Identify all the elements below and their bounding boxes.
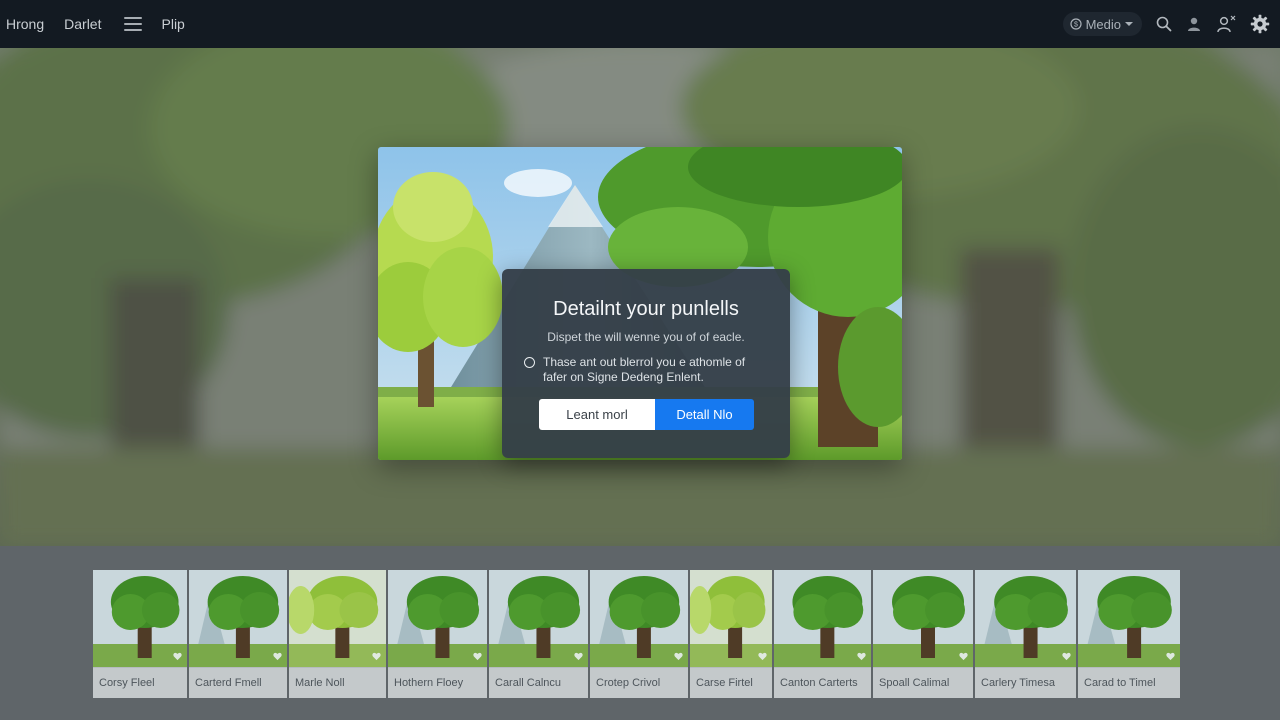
- radio-button[interactable]: [524, 357, 535, 368]
- primary-action-button[interactable]: Detall Nlo: [655, 399, 754, 430]
- details-dialog: Detailnt your punlells Dispet the will w…: [502, 269, 790, 458]
- thumbnail-caption: Carlery Timesa: [975, 667, 1076, 698]
- gallery-thumbnail[interactable]: Hothern Floey: [388, 570, 487, 698]
- thumbnail-caption: Carall Calncu: [489, 667, 588, 698]
- thumbnail-caption: Canton Carterts: [774, 667, 871, 698]
- learn-more-button[interactable]: Leant morl: [539, 399, 655, 430]
- gear-icon[interactable]: [1250, 14, 1270, 34]
- thumbnail-strip: Corsy Fleel Carterd Fmell Marle Noll Hother…: [93, 570, 1182, 698]
- heart-icon[interactable]: [473, 652, 482, 661]
- thumbnail-caption: Spoall Calimal: [873, 667, 973, 698]
- menu-icon[interactable]: [123, 17, 142, 31]
- dialog-subtitle: Dispet the will wenne you of of eacle.: [547, 330, 745, 344]
- nav-item-2[interactable]: Darlet: [64, 16, 101, 32]
- thumbnail-image: [873, 570, 973, 667]
- dialog-title: Detailnt your punlells: [553, 298, 739, 320]
- heart-icon[interactable]: [173, 652, 182, 661]
- svg-text:$: $: [1074, 22, 1078, 29]
- gallery-thumbnail[interactable]: Crotep Crivol: [590, 570, 688, 698]
- search-icon[interactable]: [1156, 16, 1172, 32]
- thumbnail-image: [975, 570, 1076, 667]
- heart-icon[interactable]: [674, 652, 683, 661]
- thumbnail-caption: Carse Firtel: [690, 667, 772, 698]
- dialog-option-text: Thase ant out blerrol you e athomle of f…: [543, 355, 746, 384]
- heart-icon[interactable]: [1062, 652, 1071, 661]
- user-icon[interactable]: [1186, 16, 1202, 32]
- gallery-thumbnail[interactable]: Canton Carterts: [774, 570, 871, 698]
- dialog-option[interactable]: Thase ant out blerrol you e athomle of f…: [524, 355, 764, 385]
- thumbnail-caption: Corsy Fleel: [93, 667, 187, 698]
- gallery-thumbnail[interactable]: Carall Calncu: [489, 570, 588, 698]
- chevron-down-icon: [1125, 21, 1133, 27]
- media-icon: $: [1069, 18, 1082, 30]
- thumbnail-caption: Carterd Fmell: [189, 667, 287, 698]
- toolbar-right: $ Medio: [1062, 12, 1274, 36]
- gallery-thumbnail[interactable]: Carse Firtel: [690, 570, 772, 698]
- heart-icon[interactable]: [857, 652, 866, 661]
- media-dropdown[interactable]: $ Medio: [1062, 12, 1142, 36]
- thumbnail-image: [1078, 570, 1180, 667]
- heart-icon[interactable]: [959, 652, 968, 661]
- thumbnail-caption: Crotep Crivol: [590, 667, 688, 698]
- thumbnail-caption: Carad to Timel: [1078, 667, 1180, 698]
- account-settings-icon[interactable]: [1216, 15, 1236, 33]
- heart-icon[interactable]: [273, 652, 282, 661]
- media-label: Medio: [1085, 16, 1121, 32]
- thumbnail-caption: Marle Noll: [289, 667, 386, 698]
- heart-icon[interactable]: [574, 652, 583, 661]
- heart-icon[interactable]: [758, 652, 767, 661]
- gallery-thumbnail[interactable]: Carterd Fmell: [189, 570, 287, 698]
- heart-icon[interactable]: [1166, 652, 1175, 661]
- nav-item-3[interactable]: Plip: [162, 16, 185, 32]
- gallery-thumbnail[interactable]: Carlery Timesa: [975, 570, 1076, 698]
- gallery-thumbnail[interactable]: Corsy Fleel: [93, 570, 187, 698]
- gallery-thumbnail[interactable]: Carad to Timel: [1078, 570, 1180, 698]
- heart-icon[interactable]: [372, 652, 381, 661]
- thumbnail-caption: Hothern Floey: [388, 667, 487, 698]
- gallery-thumbnail[interactable]: Spoall Calimal: [873, 570, 973, 698]
- top-navigation-bar: Hrong Darlet Plip $ Medio: [0, 0, 1280, 48]
- gallery-thumbnail[interactable]: Marle Noll: [289, 570, 386, 698]
- nav-item-1[interactable]: Hrong: [6, 16, 44, 32]
